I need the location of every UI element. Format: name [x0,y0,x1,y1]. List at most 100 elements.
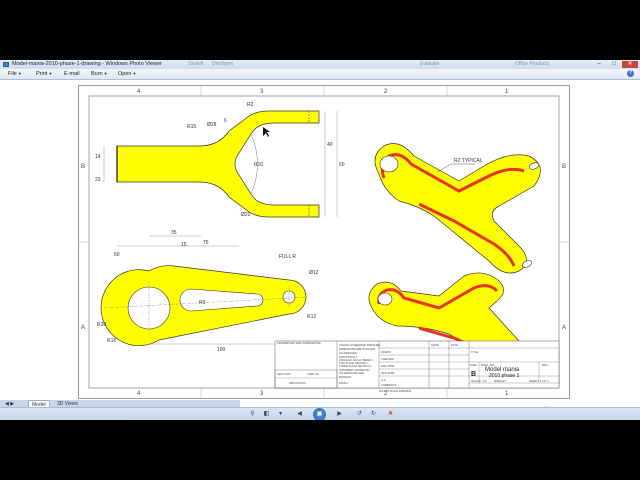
menu-email-label: E-mail [64,71,80,77]
window-title: Model-mania-2010-phase-1-drawing - Windo… [12,61,162,67]
drawing-svg: 4 3 2 1 4 3 2 1 B A B A 14 23 35 75 R10 … [79,86,569,398]
note-label: R2 TYPICAL [454,158,483,164]
menu-print-label: Print [36,71,48,77]
dim-label: Ø20 [241,212,251,218]
dim-label: 40 [327,142,333,148]
isometric-view-upper: R2 TYPICAL [374,143,541,274]
tb-size-label: SIZE [470,363,477,367]
dim-label: 14 [95,154,101,160]
slideshow-icon[interactable]: ▣ [313,408,326,420]
chevron-down-icon: ▼ [132,71,137,76]
tb-label: USED ON [307,372,319,376]
tb-label: APPLICATION [289,381,306,385]
menu-open[interactable]: Open▼ [118,71,136,77]
zone-col-label: 4 [137,391,141,397]
dim-label: R16 [107,338,116,344]
menu-burn-label: Burn [91,71,103,77]
tb-weight: WEIGHT: [494,379,507,383]
menu-print[interactable]: Print▼ [36,71,52,77]
zone-col-label: 2 [384,89,388,95]
delete-icon[interactable]: ✕ [386,410,395,419]
dim-label: R10 [254,162,263,168]
ghost-tab: Sketch [188,61,204,67]
menu-email[interactable]: E-mail [64,71,80,77]
tb-label: MATERIAL [339,375,352,379]
chevron-down-icon: ▼ [17,71,22,76]
zone-row-label: A [81,325,85,331]
zone-col-label: 3 [260,89,264,95]
zone-row-label: B [562,164,566,170]
previous-icon[interactable]: ◀ [295,410,304,419]
tb-label: TITLE: [471,350,479,354]
zone-row-label: B [81,164,85,170]
maximize-button[interactable]: □ [607,61,621,68]
tb-label: COMMENTS: [381,383,397,387]
ghost-tab: DimXpert [212,61,233,67]
tb-label: DO NOT SCALE DRAWING [379,389,411,393]
dim-label: 35 [171,230,177,236]
dim-label: 60 [114,252,120,258]
dim-label: FULL R [279,254,296,260]
zone-row-label: A [562,325,566,331]
zone-col-label: 1 [505,89,509,95]
rotate-left-icon[interactable]: ↺ [355,410,364,419]
dim-label: R2 [247,102,254,108]
tb-label: Q.A. [381,378,386,382]
tb-rev-label: REV [542,363,548,367]
tb-sheet: SHEET 1 OF 1 [529,379,549,383]
dim-label: 60 [339,162,345,168]
chevron-down-icon[interactable]: ▾ [276,410,285,419]
actual-size-icon[interactable]: ◧ [262,410,271,419]
mouse-cursor-icon [263,127,270,137]
tb-label: ENG APPR. [381,364,395,368]
close-button[interactable]: ✕ [622,61,638,68]
dim-label: R5 [199,300,206,306]
next-icon[interactable]: ▶ [335,410,344,419]
dim-label: R12 [307,314,316,320]
top-view: 14 23 35 75 R10 Ø20 40 60 R2 Ø28 6 R15 [95,102,345,247]
dim-label: Ø12 [309,270,319,276]
zone-col-label: 1 [505,391,509,397]
menu-open-label: Open [118,71,132,77]
dim-label: 23 [95,177,101,183]
tb-label: TOLERANCES: [339,351,358,355]
chevron-down-icon: ▼ [48,71,53,76]
menu-burn[interactable]: Burn▼ [91,71,108,77]
image-viewport[interactable]: 4 3 2 1 4 3 2 1 B A B A 14 23 35 75 R10 … [0,80,640,407]
title-block: UNLESS OTHERWISE SPECIFIED: DIMENSIONS A… [274,340,560,393]
bottom-view: FULL R R5 Ø12 R12 R20 R16 100 60 15 [97,242,319,353]
tb-label: THREE PLACE DECIMAL ± [339,364,372,368]
rotate-right-icon[interactable]: ↻ [369,410,378,419]
chevron-down-icon: ▼ [103,71,108,76]
menu-bar: File▼ Print▼ E-mail Burn▼ Open▼ ? [0,69,640,80]
photo-viewer-window: Model-mania-2010-phase-1-drawing - Windo… [0,60,640,420]
help-icon[interactable]: ? [627,70,634,77]
zone-col-label: 4 [137,89,141,95]
menu-file-label: File [8,71,17,77]
tb-label: NAME [431,343,439,347]
ghost-tab: Evaluate [420,61,440,67]
zoom-icon[interactable]: ⚲ [248,410,257,419]
tb-label: CHECKED [381,357,394,361]
dim-label: 15 [181,242,187,248]
dim-label: 75 [203,240,209,246]
tb-label: FINISH [339,381,348,385]
tb-label: MFG APPR. [381,371,395,375]
tb-label: NEXT ASSY [277,372,292,376]
dim-label: 6 [224,118,227,124]
tb-label: DIMENSIONS ARE IN INCHES [339,347,375,351]
tb-scale: SCALE: 1:2 [471,379,487,383]
dim-label: 100 [217,347,226,353]
drawing-sheet: 4 3 2 1 4 3 2 1 B A B A 14 23 35 75 R10 … [78,85,570,399]
photo-viewer-icon [3,62,9,67]
dim-label: Ø28 [207,122,217,128]
minimize-button[interactable]: – [592,61,606,68]
ghost-tab: Office Products [515,61,550,67]
dim-label: R15 [187,124,196,130]
tb-label: DATE [451,343,458,347]
tb-label: UNLESS OTHERWISE SPECIFIED: [339,343,381,347]
fork-part-top [116,110,320,218]
zone-col-label: 3 [260,391,264,397]
tb-label: PROPRIETARY AND CONFIDENTIAL [277,341,322,345]
menu-file[interactable]: File▼ [8,71,22,77]
